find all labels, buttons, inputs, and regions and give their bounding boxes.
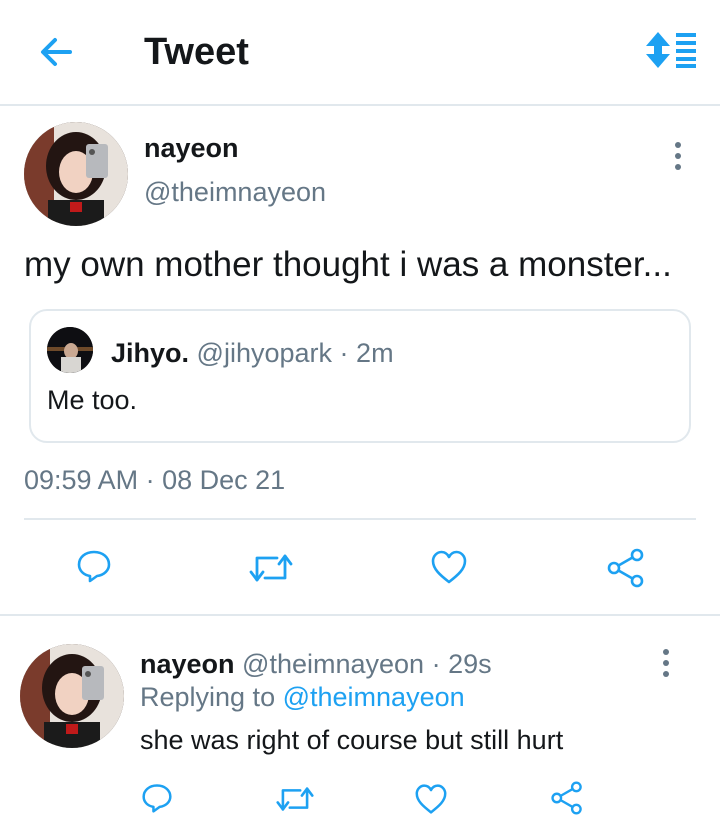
share-button[interactable] xyxy=(606,548,646,593)
reply-icon xyxy=(142,784,172,813)
divider xyxy=(24,518,696,520)
quote-author-handle: @jihyopark xyxy=(196,338,333,368)
app-header: Tweet xyxy=(0,0,720,106)
quote-text: Me too. xyxy=(47,385,138,415)
replying-to-link[interactable]: @theimnayeon xyxy=(283,682,465,712)
back-button[interactable] xyxy=(36,32,76,72)
author-handle[interactable]: @theimnayeon xyxy=(144,176,326,208)
quote-author-name: Jihyo. xyxy=(111,338,190,368)
reply-more-options-button[interactable] xyxy=(660,648,672,678)
arrow-left-icon xyxy=(41,38,72,66)
section-divider xyxy=(0,614,720,616)
share-icon xyxy=(551,781,582,815)
quote-profile-photo xyxy=(47,327,93,373)
avatar[interactable] xyxy=(24,122,128,226)
share-icon xyxy=(607,548,644,588)
quote-time: 2m xyxy=(356,338,394,368)
replying-to-label: Replying to xyxy=(140,682,276,712)
sort-button[interactable] xyxy=(644,30,698,70)
avatar[interactable] xyxy=(20,644,124,748)
like-icon xyxy=(415,784,447,814)
quote-avatar xyxy=(47,327,93,373)
reply-separator: · xyxy=(431,649,441,679)
retweet-button[interactable] xyxy=(249,550,293,591)
tweet-time: 09:59 AM xyxy=(24,465,139,495)
retweet-icon xyxy=(276,787,314,811)
more-vertical-icon xyxy=(675,142,681,170)
more-options-button[interactable] xyxy=(672,141,684,171)
tweet-text: my own mother thought i was a monster... xyxy=(24,245,672,284)
quoted-tweet-card[interactable]: Jihyo. @jihyopark · 2m Me too. xyxy=(29,309,691,443)
tweet-date: 08 Dec 21 xyxy=(162,465,286,495)
reply-text: she was right of course but still hurt xyxy=(140,725,564,755)
profile-photo xyxy=(24,122,128,226)
quote-header: Jihyo. @jihyopark · 2m xyxy=(111,337,394,369)
timestamp-separator: · xyxy=(145,465,155,495)
page-title: Tweet xyxy=(144,31,249,73)
reply-time: 29s xyxy=(448,649,492,679)
retweet-icon xyxy=(249,554,293,582)
sort-icon xyxy=(646,32,696,68)
replying-to: Replying to @theimnayeon xyxy=(140,681,465,713)
reply-like-button[interactable] xyxy=(414,783,448,820)
reply-icon xyxy=(77,550,111,583)
like-icon xyxy=(431,550,467,584)
quote-separator: · xyxy=(339,338,349,368)
reply-retweet-button[interactable] xyxy=(276,783,314,820)
reply-author-handle[interactable]: @theimnayeon xyxy=(242,649,424,679)
reply-header: nayeon @theimnayeon · 29s xyxy=(140,648,492,680)
reply-button[interactable] xyxy=(76,548,112,589)
reply-share-button[interactable] xyxy=(550,781,584,820)
tweet-timestamp: 09:59 AM · 08 Dec 21 xyxy=(24,464,285,496)
author-name[interactable]: nayeon xyxy=(144,132,239,164)
reply-author-name[interactable]: nayeon xyxy=(140,649,235,679)
reply-reply-button[interactable] xyxy=(141,782,173,819)
more-vertical-icon xyxy=(663,649,669,677)
profile-photo xyxy=(20,644,124,748)
like-button[interactable] xyxy=(430,549,468,590)
